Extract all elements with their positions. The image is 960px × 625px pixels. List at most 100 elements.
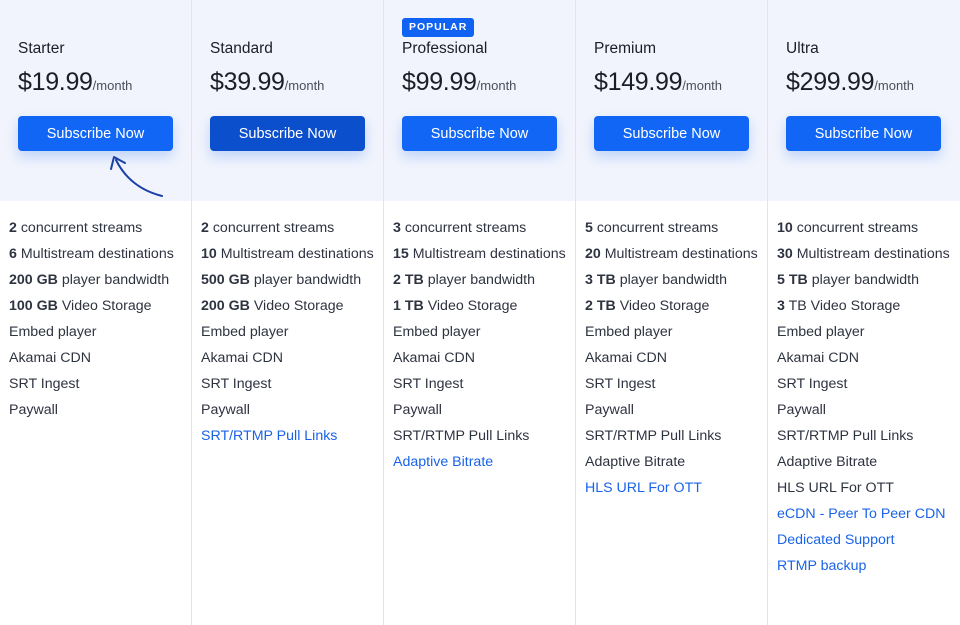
feature-value: 5 TB (777, 272, 808, 288)
feature-text: Paywall (201, 402, 250, 418)
feature-text: Embed player (201, 324, 289, 340)
feature-text: concurrent streams (400, 220, 527, 236)
feature-text: Adaptive Bitrate (393, 454, 494, 470)
pricing-table: Starter $19.99/month Subscribe Now 2 con… (0, 0, 960, 625)
plan-header: Standard $39.99/month Subscribe Now (192, 0, 383, 201)
feature-text: Embed player (777, 324, 865, 340)
price-amount: $39.99 (210, 68, 285, 96)
subscribe-button-ultra[interactable]: Subscribe Now (786, 116, 941, 151)
feature-text: Embed player (9, 324, 97, 340)
feature-text: Paywall (9, 402, 58, 418)
feature-item: Akamai CDN (9, 349, 189, 367)
feature-text: Video Storage (423, 298, 518, 314)
feature-item: 1 TB Video Storage (393, 297, 573, 315)
feature-item: 3 TB player bandwidth (585, 271, 765, 289)
feature-text: Multistream destinations (600, 246, 758, 262)
feature-item: 2 TB player bandwidth (393, 271, 573, 289)
feature-text: Paywall (393, 402, 442, 418)
feature-list: 5 concurrent streams 20 Multistream desti… (585, 219, 765, 505)
feature-item: Paywall (9, 401, 189, 419)
feature-text: Video Storage (57, 298, 152, 314)
feature-item: Adaptive Bitrate (585, 453, 765, 471)
price-amount: $299.99 (786, 68, 875, 96)
feature-item: Embed player (393, 323, 573, 341)
price-amount: $19.99 (18, 68, 93, 96)
price-unit: /month (682, 78, 723, 93)
feature-list: 3 concurrent streams 15 Multistream desti… (393, 219, 573, 479)
plan-premium: Premium $149.99/month Subscribe Now 5 co… (576, 0, 768, 625)
feature-text: SRT Ingest (585, 376, 656, 392)
feature-item: 3 TB Video Storage (777, 297, 957, 315)
plan-professional: POPULAR Professional $99.99/month Subscr… (384, 0, 576, 625)
feature-text: Multistream destinations (16, 246, 174, 262)
feature-item: 10 concurrent streams (777, 219, 957, 237)
feature-item: SRT Ingest (777, 375, 957, 393)
feature-link[interactable]: HLS URL For OTT (585, 479, 765, 497)
feature-item: 2 concurrent streams (9, 219, 189, 237)
feature-item: SRT Ingest (585, 375, 765, 393)
feature-value: 200 GB (201, 298, 250, 314)
price-unit: /month (874, 78, 915, 93)
price-unit: /month (284, 78, 325, 93)
plan-name: Professional (402, 40, 488, 57)
feature-text: player bandwidth (249, 272, 362, 288)
plan-price: $299.99/month (786, 68, 914, 97)
plan-name: Premium (594, 40, 657, 57)
feature-text: concurrent streams (208, 220, 335, 236)
feature-item: Paywall (393, 401, 573, 419)
plan-name: Starter (18, 40, 65, 57)
curved-arrow-icon (110, 156, 163, 197)
feature-value: 6 (9, 246, 17, 262)
feature-item: 5 TB player bandwidth (777, 271, 957, 289)
feature-text: player bandwidth (615, 272, 727, 288)
plan-header: POPULAR Professional $99.99/month Subscr… (384, 0, 575, 201)
feature-link[interactable]: RTMP backup (777, 557, 957, 575)
subscribe-button-starter[interactable]: Subscribe Now (18, 116, 173, 151)
feature-text: Paywall (777, 402, 826, 418)
feature-item: 6 Multistream destinations (9, 245, 189, 263)
feature-item: 3 concurrent streams (393, 219, 573, 237)
subscribe-button-premium[interactable]: Subscribe Now (594, 116, 749, 151)
feature-text: SRT Ingest (393, 376, 464, 392)
feature-text: SRT Ingest (201, 376, 272, 392)
feature-text: SRT/RTMP Pull Links (777, 428, 914, 444)
feature-text: Embed player (393, 324, 481, 340)
feature-item: 20 Multistream destinations (585, 245, 765, 263)
feature-text: concurrent streams (792, 220, 919, 236)
feature-text: eCDN - Peer To Peer CDN (777, 506, 946, 522)
feature-link[interactable]: Adaptive Bitrate (393, 453, 573, 471)
feature-value: 3 (777, 298, 785, 314)
feature-text: Adaptive Bitrate (777, 454, 878, 470)
feature-item: 200 GB player bandwidth (9, 271, 189, 289)
feature-value: 10 (777, 220, 793, 236)
feature-value: 3 TB (585, 272, 616, 288)
feature-link[interactable]: SRT/RTMP Pull Links (201, 427, 381, 445)
feature-value: 15 (393, 246, 409, 262)
feature-value: 20 (585, 246, 601, 262)
feature-item: SRT/RTMP Pull Links (585, 427, 765, 445)
plan-name: Standard (210, 40, 273, 57)
feature-text: Akamai CDN (201, 350, 283, 366)
feature-item: 2 TB Video Storage (585, 297, 765, 315)
feature-list: 10 concurrent streams 30 Multistream dest… (777, 219, 957, 583)
feature-item: Embed player (9, 323, 189, 341)
feature-text: SRT/RTMP Pull Links (393, 428, 530, 444)
feature-link[interactable]: eCDN - Peer To Peer CDN (777, 505, 957, 523)
feature-text: player bandwidth (57, 272, 170, 288)
plan-price: $149.99/month (594, 68, 722, 97)
subscribe-button-professional[interactable]: Subscribe Now (402, 116, 557, 151)
feature-text: player bandwidth (423, 272, 535, 288)
feature-text: concurrent streams (16, 220, 143, 236)
feature-link[interactable]: Dedicated Support (777, 531, 957, 549)
price-unit: /month (92, 78, 133, 93)
feature-text: Multistream destinations (408, 246, 566, 262)
price-amount: $149.99 (594, 68, 683, 96)
feature-value: 200 GB (9, 272, 58, 288)
feature-text: Video Storage (615, 298, 710, 314)
feature-item: Paywall (777, 401, 957, 419)
subscribe-button-standard[interactable]: Subscribe Now (210, 116, 365, 151)
price-unit: /month (476, 78, 517, 93)
feature-item: SRT/RTMP Pull Links (777, 427, 957, 445)
feature-text: Multistream destinations (792, 246, 950, 262)
feature-value: 30 (777, 246, 793, 262)
